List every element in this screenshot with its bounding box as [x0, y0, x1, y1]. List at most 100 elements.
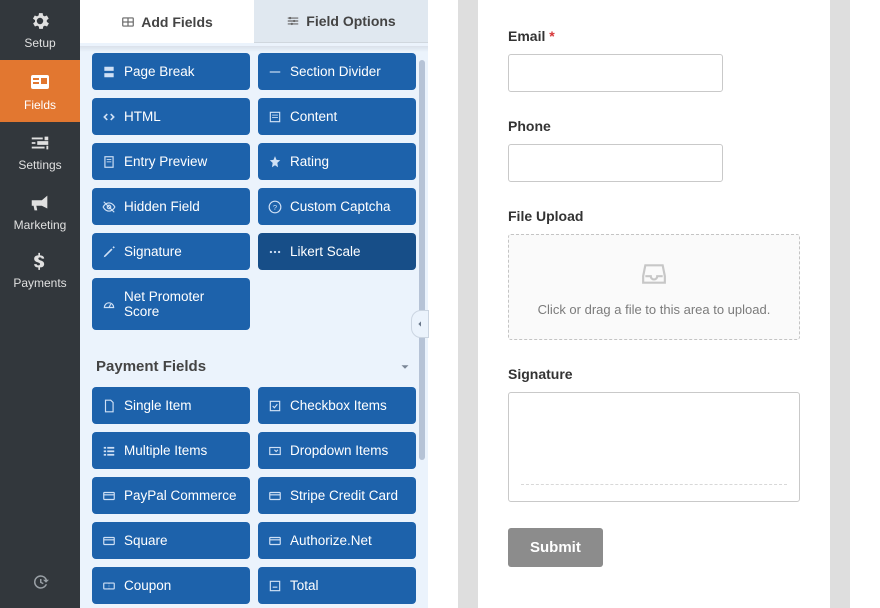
- field-phone[interactable]: Phone: [508, 118, 800, 182]
- nav-marketing[interactable]: Marketing: [0, 182, 80, 242]
- nav-fields-label: Fields: [24, 98, 56, 112]
- field-label: Rating: [290, 154, 329, 169]
- field-signature-preview[interactable]: Signature: [508, 366, 800, 502]
- tab-field-options[interactable]: Field Options: [254, 0, 428, 43]
- scrollbar-thumb[interactable]: [419, 60, 425, 460]
- pen-icon: [102, 245, 116, 259]
- inbox-icon: [639, 261, 669, 287]
- field-nps[interactable]: Net Promoter Score: [92, 278, 250, 330]
- gear-icon: [29, 10, 51, 32]
- field-label: Section Divider: [290, 64, 381, 79]
- dropdown-icon: [268, 444, 282, 458]
- field-square[interactable]: Square: [92, 522, 250, 559]
- field-checkbox-items[interactable]: Checkbox Items: [258, 387, 416, 424]
- field-label: Authorize.Net: [290, 533, 372, 548]
- gauge-icon: [102, 297, 116, 311]
- field-label: Likert Scale: [290, 244, 361, 259]
- nav-settings[interactable]: Settings: [0, 122, 80, 182]
- history-icon: [31, 573, 49, 591]
- email-label-text: Email: [508, 28, 545, 44]
- panel-scroll[interactable]: Page Break Section Divider HTML Content …: [80, 43, 428, 608]
- field-email[interactable]: Email *: [508, 28, 800, 92]
- field-single-item[interactable]: Single Item: [92, 387, 250, 424]
- field-total[interactable]: Total: [258, 567, 416, 604]
- file-icon: [102, 399, 116, 413]
- nav-payments-label: Payments: [13, 276, 66, 290]
- field-label: Square: [124, 533, 168, 548]
- form-preview: Email * Phone File Upload Click or drag …: [478, 0, 830, 608]
- layout-icon: [28, 70, 52, 94]
- field-content[interactable]: Content: [258, 98, 416, 135]
- field-label: Single Item: [124, 398, 192, 413]
- card-icon: [102, 534, 116, 548]
- list-icon: [102, 444, 116, 458]
- side-nav: Setup Fields Settings Marketing Payments: [0, 0, 80, 608]
- phone-label: Phone: [508, 118, 800, 134]
- fancy-fields-grid: Page Break Section Divider HTML Content …: [92, 53, 416, 330]
- field-section-divider[interactable]: Section Divider: [258, 53, 416, 90]
- field-label: Stripe Credit Card: [290, 488, 398, 503]
- panel-tabs: Add Fields Field Options: [80, 0, 428, 43]
- phone-input[interactable]: [508, 144, 723, 182]
- pagebreak-icon: [102, 65, 116, 79]
- nav-history[interactable]: [0, 561, 80, 608]
- field-label: Signature: [124, 244, 182, 259]
- field-label: Page Break: [124, 64, 195, 79]
- field-coupon[interactable]: Coupon: [92, 567, 250, 604]
- total-icon: [268, 579, 282, 593]
- field-label: Hidden Field: [124, 199, 200, 214]
- dots-icon: [268, 245, 282, 259]
- bullhorn-icon: [29, 192, 51, 214]
- submit-label: Submit: [530, 539, 581, 556]
- field-html[interactable]: HTML: [92, 98, 250, 135]
- submit-button[interactable]: Submit: [508, 528, 603, 567]
- field-hidden[interactable]: Hidden Field: [92, 188, 250, 225]
- field-label: PayPal Commerce: [124, 488, 237, 503]
- field-label: Entry Preview: [124, 154, 207, 169]
- field-paypal[interactable]: PayPal Commerce: [92, 477, 250, 514]
- field-multiple-items[interactable]: Multiple Items: [92, 432, 250, 469]
- star-icon: [268, 155, 282, 169]
- email-label: Email *: [508, 28, 800, 44]
- minus-icon: [268, 65, 282, 79]
- field-label: Checkbox Items: [290, 398, 387, 413]
- email-input[interactable]: [508, 54, 723, 92]
- nav-setup[interactable]: Setup: [0, 0, 80, 60]
- nav-setup-label: Setup: [24, 36, 55, 50]
- question-icon: ?: [268, 200, 282, 214]
- sliders-icon: [29, 132, 51, 154]
- section-payment-fields[interactable]: Payment Fields: [92, 350, 416, 387]
- nav-fields[interactable]: Fields: [0, 60, 80, 122]
- field-signature[interactable]: Signature: [92, 233, 250, 270]
- field-authorize[interactable]: Authorize.Net: [258, 522, 416, 559]
- signature-label: Signature: [508, 366, 800, 382]
- gutter-right: [830, 0, 850, 608]
- gutter-left: [458, 0, 478, 608]
- chevron-left-icon: [416, 319, 424, 329]
- field-rating[interactable]: Rating: [258, 143, 416, 180]
- field-dropdown-items[interactable]: Dropdown Items: [258, 432, 416, 469]
- nav-payments[interactable]: Payments: [0, 242, 80, 300]
- fields-panel: Add Fields Field Options Page Break Sect…: [80, 0, 428, 608]
- field-captcha[interactable]: ? Custom Captcha: [258, 188, 416, 225]
- field-upload[interactable]: File Upload Click or drag a file to this…: [508, 208, 800, 340]
- upload-label: File Upload: [508, 208, 800, 224]
- panel-collapse[interactable]: [411, 310, 429, 338]
- signature-pad[interactable]: [508, 392, 800, 502]
- field-entry-preview[interactable]: Entry Preview: [92, 143, 250, 180]
- field-likert[interactable]: Likert Scale: [258, 233, 416, 270]
- coupon-icon: [102, 579, 116, 593]
- nav-marketing-label: Marketing: [14, 218, 67, 232]
- field-label: Custom Captcha: [290, 199, 391, 214]
- tab-field-options-label: Field Options: [306, 13, 395, 29]
- field-page-break[interactable]: Page Break: [92, 53, 250, 90]
- field-stripe[interactable]: Stripe Credit Card: [258, 477, 416, 514]
- dollar-icon: [30, 252, 50, 272]
- field-label: Multiple Items: [124, 443, 207, 458]
- card-icon: [102, 489, 116, 503]
- nav-settings-label: Settings: [18, 158, 61, 172]
- tab-add-fields[interactable]: Add Fields: [80, 0, 254, 43]
- field-label: Total: [290, 578, 319, 593]
- content-icon: [268, 110, 282, 124]
- upload-dropzone[interactable]: Click or drag a file to this area to upl…: [508, 234, 800, 340]
